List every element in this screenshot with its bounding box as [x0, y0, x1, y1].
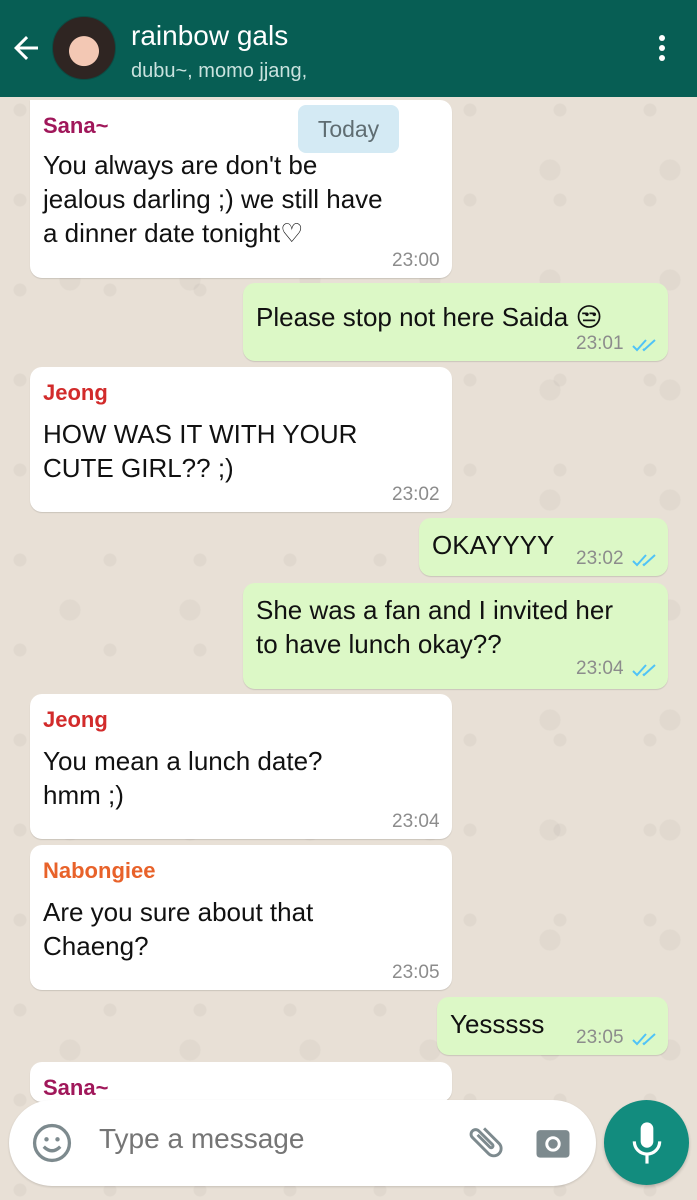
message-text: Please stop not here Saida 😒: [256, 302, 603, 332]
message-text: You always are don't be jealous darling …: [43, 150, 383, 248]
message-time: 23:02: [576, 548, 624, 569]
smiley-icon[interactable]: [30, 1121, 74, 1165]
message-time: 23:02: [392, 484, 440, 505]
camera-icon[interactable]: [531, 1121, 575, 1165]
message-incoming[interactable]: Sana~: [30, 1062, 452, 1102]
message-outgoing[interactable]: She was a fan and I invited her to have …: [243, 583, 668, 689]
paperclip-icon[interactable]: [464, 1120, 508, 1164]
message-text: You mean a lunch date? hmm ;): [43, 746, 323, 810]
arrow-left-icon[interactable]: [8, 30, 44, 66]
message-input[interactable]: [97, 1122, 451, 1156]
message-composer: [9, 1100, 596, 1186]
chat-header: rainbow gals dubu~, momo jjang,: [0, 0, 697, 97]
group-avatar[interactable]: [52, 16, 116, 80]
message-outgoing[interactable]: Yesssss 23:05: [437, 997, 668, 1055]
message-time: 23:04: [576, 658, 624, 679]
chat-title[interactable]: rainbow gals: [131, 20, 288, 52]
message-text: Are you sure about that Chaeng?: [43, 897, 314, 961]
more-vert-icon[interactable]: [650, 32, 674, 66]
message-incoming[interactable]: Jeong You mean a lunch date? hmm ;) 23:0…: [30, 694, 452, 839]
read-ticks-icon: [632, 554, 656, 567]
message-outgoing[interactable]: Please stop not here Saida 😒 23:01: [243, 283, 668, 361]
read-ticks-icon: [632, 1033, 656, 1046]
message-incoming[interactable]: Nabongiee Are you sure about that Chaeng…: [30, 845, 452, 990]
message-sender: Jeong: [43, 380, 108, 405]
read-ticks-icon: [632, 339, 656, 352]
message-time: 23:01: [576, 333, 624, 354]
voice-record-button[interactable]: [604, 1100, 689, 1185]
message-time: 23:04: [392, 811, 440, 832]
message-text: She was a fan and I invited her to have …: [256, 595, 614, 659]
message-outgoing[interactable]: OKAYYYY 23:02: [419, 518, 668, 576]
message-sender: Sana~: [43, 113, 109, 138]
message-sender: Jeong: [43, 707, 108, 732]
message-sender: Nabongiee: [43, 858, 156, 883]
message-time: 23:05: [392, 962, 440, 983]
microphone-icon: [632, 1122, 662, 1164]
message-incoming[interactable]: Jeong HOW WAS IT WITH YOUR CUTE GIRL?? ;…: [30, 367, 452, 512]
message-sender: Sana~: [43, 1075, 109, 1100]
message-text: HOW WAS IT WITH YOUR CUTE GIRL?? ;): [43, 419, 358, 483]
read-ticks-icon: [632, 664, 656, 677]
message-time: 23:00: [392, 250, 440, 271]
message-time: 23:05: [576, 1027, 624, 1048]
date-chip: Today: [298, 105, 399, 153]
chat-participants[interactable]: dubu~, momo jjang,: [131, 60, 307, 83]
